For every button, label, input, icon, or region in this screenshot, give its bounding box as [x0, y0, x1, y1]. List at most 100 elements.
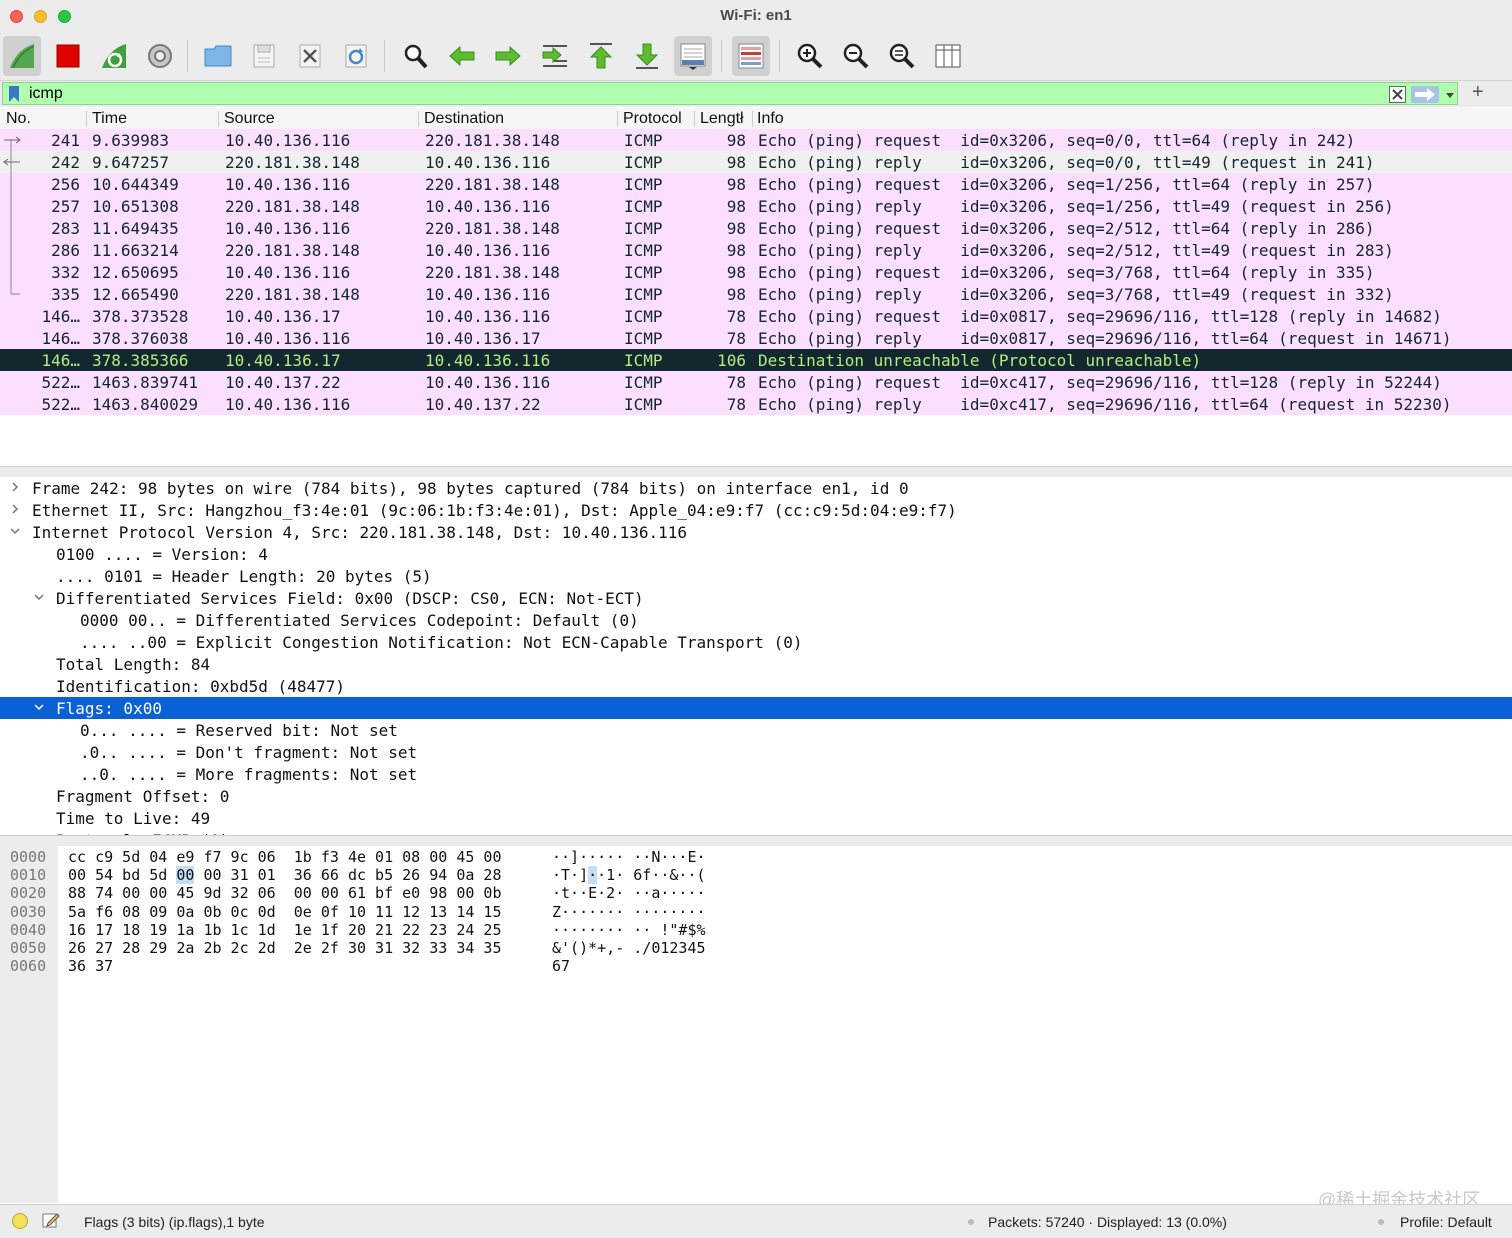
restart-capture-button[interactable]	[95, 36, 133, 76]
bytes-ascii[interactable]: Z······· ········	[552, 903, 706, 921]
go-forward-button[interactable]	[489, 36, 527, 76]
bytes-ascii[interactable]: 67	[552, 957, 570, 975]
reload-file-button[interactable]	[337, 36, 375, 76]
bytes-hex[interactable]: 00 54 bd 5d 00 00 31 01 36 66 dc b5 26 9…	[68, 866, 501, 885]
detail-tree-item[interactable]: 0... .... = Reserved bit: Not set	[0, 719, 1512, 741]
status-profile[interactable]: Profile: Default	[1400, 1214, 1492, 1230]
autoscroll-icon	[680, 43, 706, 70]
column-header-source[interactable]: Source	[224, 110, 414, 129]
packet-cell-time: 12.665490	[92, 285, 179, 304]
bytes-hex[interactable]: 16 17 18 19 1a 1b 1c 1d 1e 1f 20 21 22 2…	[68, 921, 501, 939]
packet-row[interactable]: 522… 1463.840029 10.40.136.116 10.40.137.22…	[0, 393, 1512, 415]
packet-cell-src: 10.40.136.116	[225, 263, 351, 282]
bookmark-icon[interactable]	[9, 86, 19, 102]
column-header-destination[interactable]: Destination	[424, 110, 614, 129]
expert-info-icon[interactable]	[12, 1213, 28, 1229]
go-first-button[interactable]	[582, 36, 620, 76]
packet-cell-no: 283	[51, 219, 80, 238]
packet-row[interactable]: 335 12.665490 220.181.38.148 10.40.136.116 I…	[0, 283, 1512, 305]
packet-row[interactable]: 332 12.650695 10.40.136.116 220.181.38.148 I…	[0, 261, 1512, 283]
add-filter-button[interactable]: +	[1472, 81, 1484, 104]
detail-tree-item[interactable]: Time to Live: 49	[0, 807, 1512, 829]
packet-row[interactable]: 257 10.651308 220.181.38.148 10.40.136.116 I…	[0, 195, 1512, 217]
find-packet-button[interactable]	[397, 36, 435, 76]
bytes-hex[interactable]: 26 27 28 29 2a 2b 2c 2d 2e 2f 30 31 32 3…	[68, 939, 501, 957]
bytes-ascii-part: ·1· 6f··&··(	[597, 866, 706, 885]
bytes-ascii[interactable]: ·t··E·2· ··a·····	[552, 884, 706, 902]
capture-options-button[interactable]	[141, 36, 179, 76]
display-filter-input[interactable]	[29, 84, 1369, 103]
bytes-hex[interactable]: 36 37	[68, 957, 113, 975]
detail-tree-item[interactable]: .... 0101 = Header Length: 20 bytes (5)	[0, 565, 1512, 587]
bytes-ascii[interactable]: ·T·]··1· 6f··&··(	[552, 866, 706, 885]
go-back-button[interactable]	[443, 36, 481, 76]
packet-cell-len: 98	[726, 153, 746, 172]
bytes-hex[interactable]: cc c9 5d 04 e9 f7 9c 06 1b f3 4e 01 08 0…	[68, 848, 501, 866]
resize-columns-button[interactable]	[929, 36, 967, 76]
packet-row[interactable]: 146… 378.376038 10.40.136.116 10.40.136.17 I…	[0, 327, 1512, 349]
chevron-down-icon[interactable]	[34, 592, 44, 602]
detail-tree-item[interactable]: 0000 00.. = Differentiated Services Code…	[0, 609, 1512, 631]
detail-tree-item[interactable]: Flags: 0x00	[0, 697, 1512, 719]
column-header-protocol[interactable]: Protocol	[623, 110, 693, 129]
column-header-info[interactable]: Info	[757, 110, 1457, 129]
colorize-button[interactable]	[732, 36, 770, 76]
go-last-button[interactable]	[628, 36, 666, 76]
chevron-right-icon[interactable]	[10, 482, 20, 492]
detail-tree-item[interactable]: Internet Protocol Version 4, Src: 220.18…	[0, 521, 1512, 543]
main-toolbar	[0, 32, 1512, 81]
chevron-down-icon[interactable]	[10, 526, 20, 536]
packet-row[interactable]: 242 9.647257 220.181.38.148 10.40.136.116 IC…	[0, 151, 1512, 173]
clear-filter-icon[interactable]	[1389, 86, 1406, 103]
detail-tree-item[interactable]: .0.. .... = Don't fragment: Not set	[0, 741, 1512, 763]
packet-cell-src: 10.40.136.17	[225, 351, 341, 370]
detail-tree-item[interactable]: Differentiated Services Field: 0x00 (DSC…	[0, 587, 1512, 609]
detail-tree-item[interactable]: Fragment Offset: 0	[0, 785, 1512, 807]
packet-row[interactable]: 146… 378.385366 10.40.136.17 10.40.136.116 I…	[0, 349, 1512, 371]
detail-tree-item[interactable]: Frame 242: 98 bytes on wire (784 bits), …	[0, 477, 1512, 499]
column-header-time[interactable]: Time	[92, 110, 214, 129]
display-filter-bar: +	[0, 81, 1512, 107]
packet-row[interactable]: 283 11.649435 10.40.136.116 220.181.38.148 I…	[0, 217, 1512, 239]
apply-filter-button[interactable]	[1411, 86, 1439, 103]
detail-tree-item[interactable]: Identification: 0xbd5d (48477)	[0, 675, 1512, 697]
detail-tree-item[interactable]: 0100 .... = Version: 4	[0, 543, 1512, 565]
edit-comment-icon[interactable]	[42, 1211, 60, 1229]
autoscroll-button[interactable]	[674, 36, 712, 76]
zoom-in-button[interactable]	[791, 36, 829, 76]
bytes-ascii[interactable]: ··]····· ··N···E·	[552, 848, 706, 866]
close-file-button[interactable]	[291, 36, 329, 76]
detail-tree-item[interactable]: .... ..00 = Explicit Congestion Notifica…	[0, 631, 1512, 653]
start-capture-button[interactable]	[3, 36, 41, 76]
chevron-down-icon[interactable]	[1445, 91, 1455, 99]
packet-cell-dst: 10.40.136.116	[425, 373, 551, 392]
zoom-out-button[interactable]	[837, 36, 875, 76]
packet-row[interactable]: 241 9.639983 10.40.136.116 220.181.38.148 IC…	[0, 129, 1512, 151]
bytes-hex[interactable]: 5a f6 08 09 0a 0b 0c 0d 0e 0f 10 11 12 1…	[68, 903, 501, 921]
packet-row[interactable]: 146… 378.373528 10.40.136.17 10.40.136.116 I…	[0, 305, 1512, 327]
zoom-normal-button[interactable]	[883, 36, 921, 76]
packet-cell-time: 378.373528	[92, 307, 189, 326]
bytes-offset: 0000	[10, 848, 47, 866]
detail-tree-item[interactable]: Total Length: 84	[0, 653, 1512, 675]
column-header-length[interactable]: Lengtł	[700, 110, 748, 129]
bytes-ascii[interactable]: ········ ·· !"#$%	[552, 921, 706, 939]
chevron-down-icon[interactable]	[34, 702, 44, 712]
stop-capture-button[interactable]	[49, 36, 87, 76]
open-file-button[interactable]	[199, 36, 237, 76]
zoom-normal-icon	[889, 43, 915, 69]
go-to-packet-button[interactable]	[536, 36, 574, 76]
packet-row[interactable]: 286 11.663214 220.181.38.148 10.40.136.116 I…	[0, 239, 1512, 261]
detail-tree-item[interactable]: Ethernet II, Src: Hangzhou_f3:4e:01 (9c:…	[0, 499, 1512, 521]
chevron-right-icon[interactable]	[10, 504, 20, 514]
detail-tree-item[interactable]: ..0. .... = More fragments: Not set	[0, 763, 1512, 785]
packet-row[interactable]: 522… 1463.839741 10.40.137.22 10.40.136.116…	[0, 371, 1512, 393]
save-file-button[interactable]	[245, 36, 283, 76]
column-header-no[interactable]: No.	[6, 110, 84, 129]
find-packet-icon	[404, 44, 428, 69]
bytes-hex[interactable]: 88 74 00 00 45 9d 32 06 00 00 61 bf e0 9…	[68, 884, 501, 902]
packet-cell-dst: 10.40.137.22	[425, 395, 541, 414]
packet-row[interactable]: 256 10.644349 10.40.136.116 220.181.38.148 I…	[0, 173, 1512, 195]
bytes-ascii[interactable]: &'()*+,- ./012345	[552, 939, 706, 957]
go-last-icon	[635, 43, 659, 69]
